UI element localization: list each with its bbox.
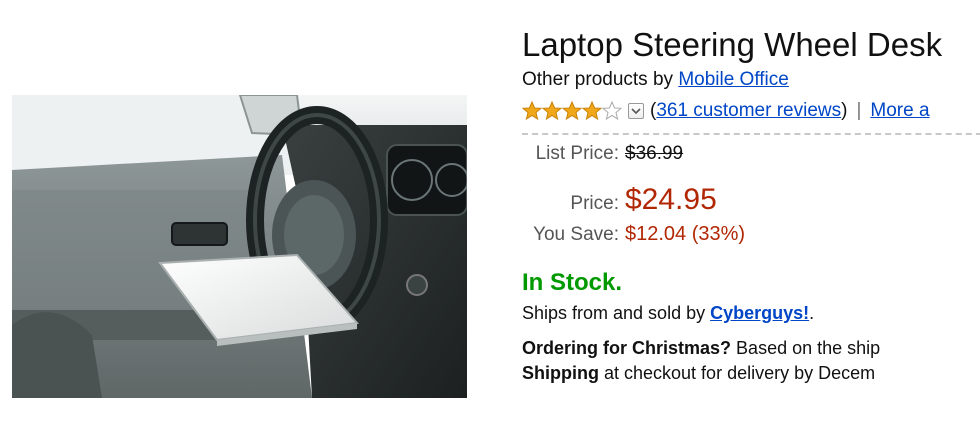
- christmas-heading: Ordering for Christmas?: [522, 338, 732, 358]
- reviews-link[interactable]: 361 customer reviews: [656, 100, 841, 122]
- rating-row: (361 customer reviews) | More a: [522, 99, 980, 123]
- star-icon: [562, 101, 582, 121]
- chevron-down-icon[interactable]: [628, 103, 644, 119]
- price-label: Price:: [570, 193, 619, 214]
- star-rating[interactable]: [522, 101, 622, 121]
- star-empty-icon: [602, 101, 622, 121]
- savings-label: You Save:: [533, 224, 619, 245]
- more-link[interactable]: More a: [870, 100, 929, 122]
- shipping-note: Ordering for Christmas? Based on the shi…: [522, 336, 980, 386]
- list-price-value: $36.99: [625, 143, 684, 164]
- ships-from: Ships from and sold by Cyberguys!.: [522, 303, 980, 324]
- chevron-glyph: [631, 108, 641, 115]
- list-price-label: List Price:: [535, 143, 619, 164]
- savings-row: You Save: $12.04 (33%): [522, 223, 980, 255]
- shipping-note-line-1: Ordering for Christmas? Based on the shi…: [522, 336, 980, 361]
- byline-prefix: Other products by: [522, 69, 674, 90]
- savings-value: $12.04 (33%): [625, 223, 746, 245]
- stock-status: In Stock.: [522, 269, 623, 296]
- brand-link[interactable]: Mobile Office: [678, 69, 789, 90]
- shipping-text: at checkout for delivery by Decem: [604, 363, 876, 383]
- product-info: Laptop Steering Wheel Desk Other product…: [522, 26, 980, 386]
- price-row: Price: $24.95: [522, 183, 980, 216]
- product-title: Laptop Steering Wheel Desk: [522, 26, 943, 63]
- price-value: $24.95: [625, 183, 717, 216]
- star-icon: [582, 101, 602, 121]
- list-price-row: List Price: $36.99: [522, 143, 980, 175]
- separator: |: [856, 100, 862, 121]
- christmas-text: Based on the ship: [736, 338, 881, 358]
- divider: [522, 133, 980, 135]
- ships-prefix: Ships from and sold by: [522, 303, 706, 323]
- star-icon: [522, 101, 542, 121]
- product-image: [12, 95, 467, 398]
- shipping-heading: Shipping: [522, 363, 599, 383]
- star-icon: [542, 101, 562, 121]
- ships-suffix: .: [809, 303, 815, 323]
- byline: Other products by Mobile Office: [522, 69, 980, 91]
- seller-link[interactable]: Cyberguys!: [710, 303, 809, 323]
- paren-close: ): [841, 100, 848, 121]
- shipping-note-line-2: Shipping at checkout for delivery by Dec…: [522, 361, 980, 386]
